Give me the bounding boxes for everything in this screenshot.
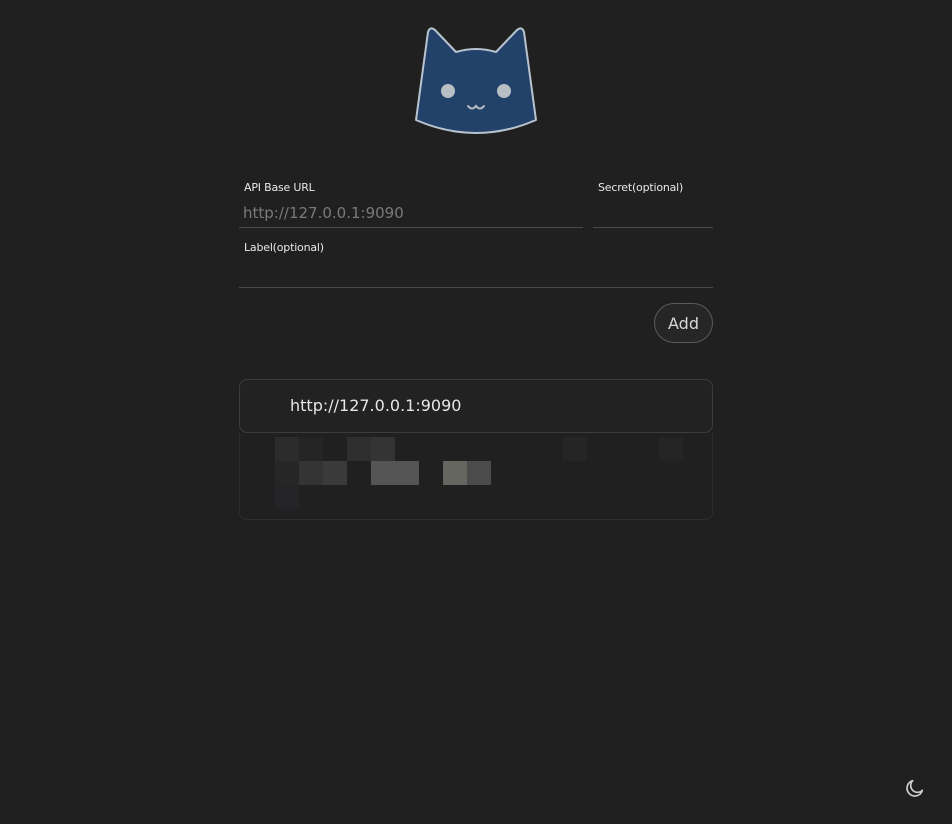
backend-list-item[interactable]: http://127.0.0.1:9090 bbox=[239, 379, 713, 433]
page: API Base URL Secret(optional) Label(opti… bbox=[0, 0, 952, 824]
moon-icon[interactable] bbox=[904, 777, 926, 799]
add-button[interactable]: Add bbox=[654, 303, 713, 343]
secret-input[interactable] bbox=[593, 198, 713, 228]
api-base-url-input[interactable] bbox=[239, 198, 583, 228]
api-base-url-label: API Base URL bbox=[244, 181, 315, 194]
redacted-region bbox=[239, 433, 713, 520]
backend-url: http://127.0.0.1:9090 bbox=[290, 396, 462, 415]
label-input[interactable] bbox=[239, 258, 713, 288]
cat-logo-icon bbox=[415, 27, 537, 134]
label-label: Label(optional) bbox=[244, 241, 324, 254]
secret-label: Secret(optional) bbox=[598, 181, 684, 194]
